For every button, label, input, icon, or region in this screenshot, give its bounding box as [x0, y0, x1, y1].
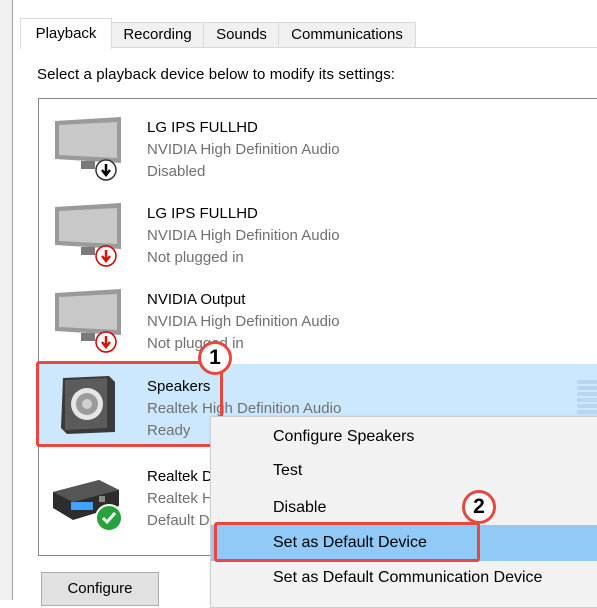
tab-recording[interactable]: Recording — [110, 22, 205, 47]
device-driver: NVIDIA High Definition Audio — [147, 141, 340, 158]
tab-playback[interactable]: Playback — [20, 18, 112, 49]
check-icon — [95, 504, 123, 532]
menu-configure-speakers[interactable]: Configure Speakers — [211, 419, 597, 455]
device-driver: NVIDIA High Definition Audio — [147, 313, 340, 330]
menu-disable[interactable]: Disable — [211, 490, 597, 526]
device-item[interactable]: LG IPS FULLHD NVIDIA High Definition Aud… — [39, 185, 597, 267]
callout-1: 1 — [198, 341, 232, 375]
context-menu: Configure Speakers Test Disable Set as D… — [210, 416, 597, 608]
device-item[interactable]: LG IPS FULLHD NVIDIA High Definition Aud… — [39, 99, 597, 181]
device-driver: NVIDIA High Definition Audio — [147, 227, 340, 244]
monitor-icon — [55, 203, 121, 255]
device-item[interactable]: NVIDIA Output NVIDIA High Definition Aud… — [39, 271, 597, 353]
tab-communications[interactable]: Communications — [278, 22, 416, 47]
callout-2: 2 — [462, 490, 496, 524]
device-status: Not plugged in — [147, 249, 244, 266]
device-status: Disabled — [147, 163, 206, 180]
window-left-edge — [0, 0, 13, 600]
device-name: LG IPS FULLHD — [147, 205, 258, 222]
highlight-box-set-default — [214, 522, 480, 562]
menu-test[interactable]: Test — [211, 453, 597, 489]
tab-sounds[interactable]: Sounds — [203, 22, 280, 47]
unplugged-arrow-icon — [95, 245, 117, 267]
configure-button[interactable]: Configure — [41, 572, 159, 606]
disabled-arrow-icon — [95, 159, 117, 181]
instruction-text: Select a playback device below to modify… — [37, 66, 396, 83]
monitor-icon — [55, 117, 121, 169]
highlight-box-speakers — [36, 361, 223, 447]
unplugged-arrow-icon — [95, 331, 117, 353]
device-name: NVIDIA Output — [147, 291, 246, 308]
device-name: LG IPS FULLHD — [147, 119, 258, 136]
menu-set-default-communication[interactable]: Set as Default Communication Device — [211, 560, 597, 596]
monitor-icon — [55, 289, 121, 341]
